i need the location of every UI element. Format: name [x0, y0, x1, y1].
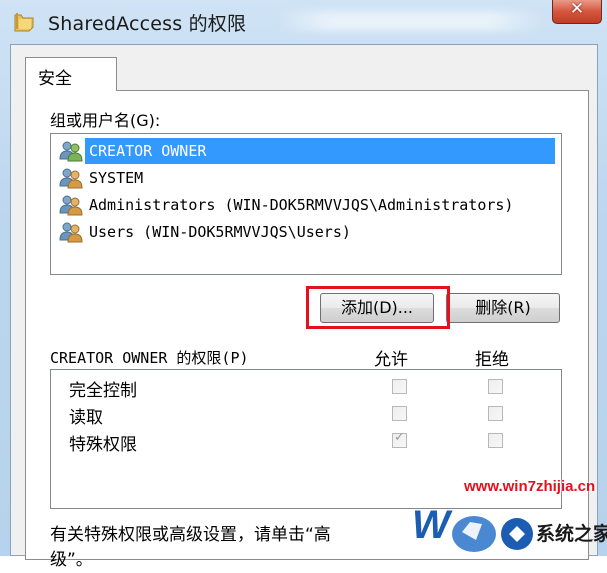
permission-name: 完全控制: [69, 381, 137, 401]
user-row-system[interactable]: SYSTEM: [55, 165, 557, 191]
hint-line-1: 有关特殊权限或高级设置，请单击“高: [50, 525, 331, 545]
permission-name: 读取: [69, 408, 103, 428]
watermark-brand: 系统之家: [536, 522, 607, 545]
deny-checkbox[interactable]: [488, 406, 503, 421]
checkmark-icon: ✓: [394, 430, 405, 445]
annotation-highlight-box: [306, 286, 450, 329]
user-group-icon: [59, 195, 83, 216]
permission-row-read: 读取: [51, 401, 561, 428]
deny-checkbox[interactable]: [488, 433, 503, 448]
watermark-url: www.win7zhijia.cn: [464, 478, 596, 495]
allow-checkbox[interactable]: [392, 406, 407, 421]
folder-icon: [14, 13, 34, 32]
hint-line-2: 级”。: [50, 550, 93, 570]
title-bar[interactable]: SharedAccess 的权限 ✕: [0, 0, 607, 44]
user-row-administrators[interactable]: Administrators (WIN-DOK5RMVVJQS\Administ…: [55, 192, 557, 218]
user-name: CREATOR OWNER: [85, 138, 555, 164]
permissions-for-label: CREATOR OWNER 的权限(P): [50, 349, 249, 367]
user-row-creator-owner[interactable]: CREATOR OWNER: [55, 138, 557, 164]
deny-checkbox[interactable]: [488, 379, 503, 394]
allow-column-header: 允许: [374, 350, 408, 370]
watermark-logo: W 系统之家: [412, 503, 607, 552]
user-name: SYSTEM: [89, 169, 144, 187]
special-permissions-hint: 有关特殊权限或高级设置，请单击“高 级”。: [50, 523, 450, 573]
title-bar-glow: [275, 11, 545, 31]
user-group-icon: [59, 141, 83, 162]
allow-checkbox[interactable]: ✓: [392, 430, 407, 448]
user-group-icon: [59, 168, 83, 189]
permission-name: 特殊权限: [69, 435, 137, 455]
deny-column-header: 拒绝: [475, 350, 509, 370]
users-list[interactable]: CREATOR OWNER SYSTEM Administrators (WIN…: [50, 133, 562, 275]
allow-checkbox[interactable]: [392, 379, 407, 394]
remove-button[interactable]: 删除(R): [446, 293, 560, 323]
close-button[interactable]: ✕: [552, 0, 602, 24]
user-group-icon: [59, 222, 83, 243]
close-icon: ✕: [569, 0, 585, 19]
permissions-dialog-window: SharedAccess 的权限 ✕ 安全 组或用户名(G): CREATOR …: [0, 0, 607, 570]
permission-row-special: 特殊权限 ✓: [51, 428, 561, 455]
window-title: SharedAccess 的权限: [48, 13, 247, 35]
user-row-users[interactable]: Users (WIN-DOK5RMVVJQS\Users): [55, 219, 557, 245]
tab-security-label: 安全: [38, 69, 72, 89]
svg-text:W: W: [412, 503, 453, 547]
groups-or-users-label: 组或用户名(G):: [50, 111, 161, 130]
permission-row-full-control: 完全控制: [51, 374, 561, 401]
tab-security[interactable]: 安全: [25, 57, 117, 91]
user-name: Administrators (WIN-DOK5RMVVJQS\Administ…: [89, 196, 514, 214]
user-name: Users (WIN-DOK5RMVVJQS\Users): [89, 223, 351, 241]
